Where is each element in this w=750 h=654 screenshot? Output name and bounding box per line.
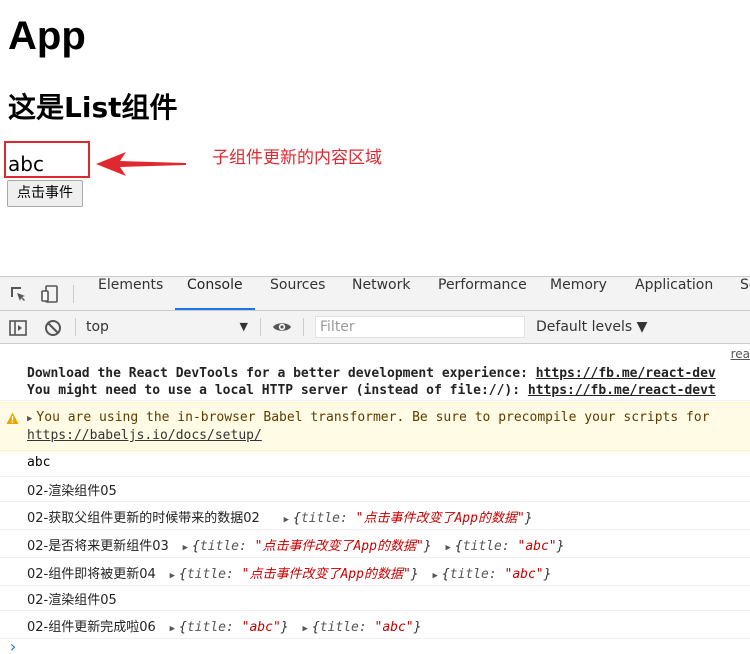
devtools-panel: Elements Console Sources Network Perform…	[0, 276, 750, 654]
devtools-tabbar: Elements Console Sources Network Perform…	[0, 277, 750, 311]
warning-icon	[6, 412, 19, 424]
log-text: 02-渲染组件05	[27, 593, 117, 608]
filter-input[interactable]: Filter	[315, 316, 525, 338]
toolbar-separator	[260, 318, 261, 336]
console-log: 02-组件即将被更新04 ▶ {title: "点击事件改变了App的数据"} ▶…	[0, 558, 750, 586]
context-value: top	[86, 319, 109, 335]
message-text: You might need to use a local HTTP serve…	[27, 383, 528, 398]
content-value: abc	[8, 152, 44, 176]
log-text: 02-组件即将被更新04	[27, 567, 156, 582]
expand-triangle-icon[interactable]: ▶	[170, 624, 175, 634]
context-select[interactable]: top ▼	[86, 318, 254, 336]
prompt-icon: ›	[8, 637, 18, 654]
console-toolbar: top ▼ Filter Default levels ▼	[0, 311, 750, 344]
caret-down-icon: ▼	[239, 320, 248, 333]
console-log: 02-组件更新完成啦06 ▶ {title: "abc"} ▶ {title: "a…	[0, 611, 750, 639]
tab-sources[interactable]: Sources	[258, 277, 337, 310]
tab-memory[interactable]: Memory	[538, 277, 619, 310]
expand-triangle-icon[interactable]: ▶	[445, 543, 450, 553]
annotation-arrow-icon	[96, 152, 186, 176]
tab-performance[interactable]: Performance	[426, 277, 539, 310]
sidebar-toggle-icon[interactable]	[8, 318, 28, 338]
log-text: 02-获取父组件更新的时候带来的数据02	[27, 511, 260, 526]
expand-triangle-icon[interactable]: ▶	[432, 571, 437, 581]
annotation-label: 子组件更新的内容区域	[212, 148, 382, 168]
console-log: 02-渲染组件05	[0, 477, 750, 502]
list-title: 这是List组件	[8, 91, 178, 124]
eye-icon[interactable]	[272, 317, 292, 337]
tab-application[interactable]: Application	[623, 277, 725, 310]
clear-console-icon[interactable]	[43, 318, 63, 338]
expand-triangle-icon[interactable]: ▶	[183, 543, 188, 553]
tabbar-separator	[73, 285, 74, 303]
warning-link[interactable]: https://babeljs.io/docs/setup/	[27, 428, 262, 443]
console-log: abc	[0, 452, 750, 477]
device-toolbar-icon[interactable]	[40, 284, 60, 304]
console-log: 02-是否将来更新组件03 ▶ {title: "点击事件改变了App的数据"} …	[0, 530, 750, 558]
inspect-element-icon[interactable]	[8, 284, 28, 304]
warning-text: You are using the in-browser Babel trans…	[36, 410, 710, 425]
console-prompt[interactable]: ›	[0, 637, 750, 654]
console-warning: ▶ You are using the in-browser Babel tran…	[0, 402, 750, 451]
tab-network[interactable]: Network	[340, 277, 422, 310]
expand-triangle-icon[interactable]: ▶	[170, 571, 175, 581]
log-object[interactable]: {title: "点击事件改变了App的数据"}	[192, 539, 432, 554]
tab-elements[interactable]: Elements	[86, 277, 175, 310]
message-link[interactable]: https://fb.me/react-dev	[536, 366, 716, 381]
toolbar-separator	[303, 318, 304, 336]
expand-triangle-icon[interactable]: ▶	[27, 414, 32, 424]
log-object[interactable]: {title: "abc"}	[455, 539, 565, 554]
log-text: 02-渲染组件05	[27, 484, 117, 499]
console-log: 02-获取父组件更新的时候带来的数据02 ▶ {title: "点击事件改变了Ap…	[0, 502, 750, 530]
click-event-button[interactable]: 点击事件	[7, 180, 83, 207]
message-text: Download the React DevTools for a better…	[27, 366, 536, 381]
console-output: rea Download the React DevTools for a be…	[0, 344, 750, 654]
expand-triangle-icon[interactable]: ▶	[284, 515, 289, 525]
console-log: 02-渲染组件05	[0, 586, 750, 611]
toolbar-separator	[75, 318, 76, 336]
app-title: App	[8, 14, 86, 58]
tab-console[interactable]: Console	[175, 277, 255, 310]
log-text: 02-组件更新完成啦06	[27, 620, 156, 635]
log-text: abc	[27, 455, 51, 470]
log-levels-dropdown[interactable]: Default levels ▼	[536, 318, 647, 336]
expand-triangle-icon[interactable]: ▶	[302, 624, 307, 634]
log-object[interactable]: {title: "点击事件改变了App的数据"}	[293, 511, 533, 526]
log-object[interactable]: {title: "点击事件改变了App的数据"}	[179, 567, 419, 582]
log-object[interactable]: {title: "abc"}	[312, 620, 422, 635]
log-object[interactable]: {title: "abc"}	[442, 567, 552, 582]
tab-security[interactable]: Se	[728, 277, 750, 310]
log-object[interactable]: {title: "abc"}	[179, 620, 289, 635]
log-text: 02-是否将来更新组件03	[27, 539, 169, 554]
source-link[interactable]: rea	[731, 347, 750, 361]
message-link[interactable]: https://fb.me/react-devt	[528, 383, 716, 398]
console-message: rea Download the React DevTools for a be…	[0, 344, 750, 401]
